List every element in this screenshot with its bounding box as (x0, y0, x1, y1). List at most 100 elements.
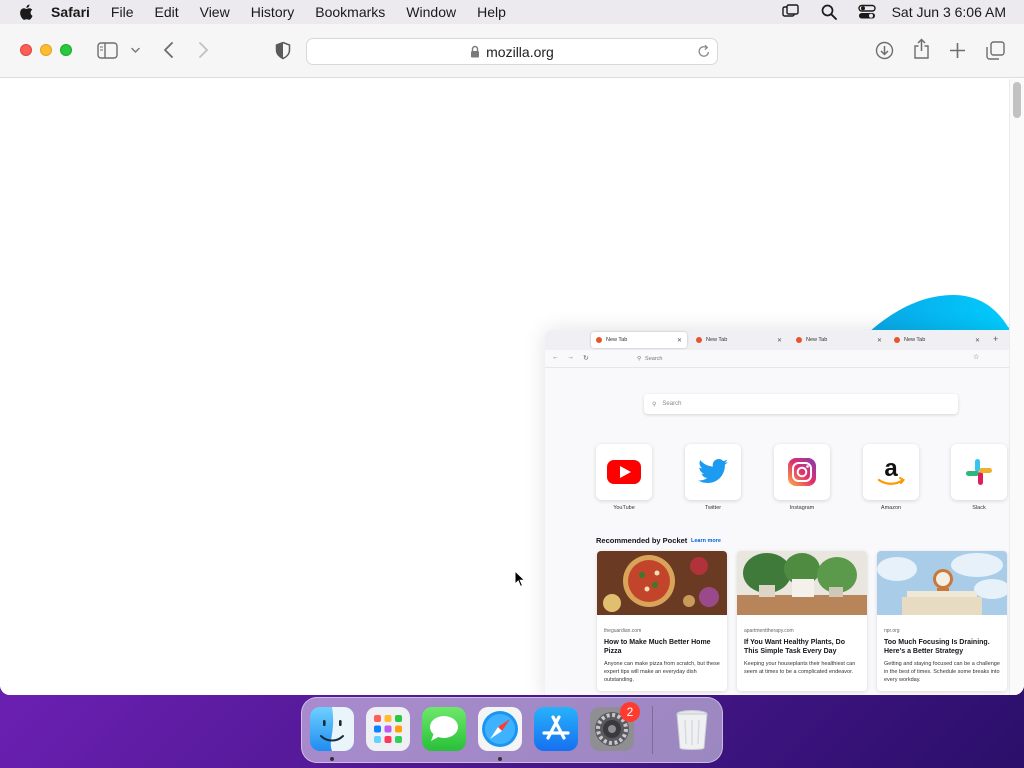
finder-icon[interactable] (309, 706, 355, 752)
scrollbar-thumb[interactable] (1013, 82, 1021, 118)
slack-icon (966, 459, 992, 485)
top-site-label: Slack (972, 505, 986, 511)
firefox-tab-label: New Tab (904, 337, 926, 343)
mozilla-decorative-wave (868, 295, 1018, 333)
messages-icon[interactable] (421, 706, 467, 752)
menu-bar-status: Sat Jun 3 6:06 AM (762, 0, 1006, 24)
app-store-icon[interactable] (533, 706, 579, 752)
privacy-shield-icon[interactable] (275, 41, 291, 60)
firefox-url-bar-placeholder: Search (645, 355, 663, 362)
safari-toolbar: mozilla.org (0, 24, 1024, 78)
top-site-label: Instagram (789, 505, 815, 511)
firefox-reload-icon: ↻ (583, 355, 589, 362)
page-content[interactable]: New Tab ✕ New Tab ✕ New Tab ✕ New Tab ✕ (0, 79, 1024, 695)
firefox-new-tab-icon: + (993, 334, 999, 344)
menu-window[interactable]: Window (406, 4, 456, 20)
top-site-instagram: Instagram (774, 444, 830, 511)
menu-history[interactable]: History (251, 4, 295, 20)
firefox-tab: New Tab ✕ (591, 332, 687, 348)
pocket-card-description: Anyone can make pizza from scratch, but … (604, 661, 720, 683)
twitter-icon (698, 459, 728, 483)
firefox-favicon-icon (696, 337, 702, 343)
pocket-card-title: If You Want Healthy Plants, Do This Simp… (744, 639, 845, 655)
safari-running-indicator (498, 757, 502, 761)
menu-view[interactable]: View (200, 4, 230, 20)
address-bar-url[interactable]: mozilla.org (486, 44, 554, 60)
window-minimize-button[interactable] (40, 44, 52, 56)
firefox-favicon-icon (596, 337, 602, 343)
firefox-tab-label: New Tab (806, 337, 828, 343)
firefox-newtab-search-placeholder: Search (662, 401, 682, 407)
pocket-card-source: theguardian.com (604, 628, 642, 634)
firefox-tab-label: New Tab (706, 337, 728, 343)
vertical-scrollbar[interactable] (1009, 79, 1024, 695)
chevron-down-icon[interactable] (131, 47, 140, 54)
control-center-icon[interactable] (857, 3, 876, 21)
menu-bookmarks[interactable]: Bookmarks (315, 4, 385, 20)
lock-icon (471, 45, 480, 58)
back-arrow-icon[interactable] (162, 41, 174, 59)
firefox-favicon-icon (796, 337, 802, 343)
close-icon: ✕ (676, 337, 682, 344)
menu-bar: Safari File Edit View History Bookmarks … (0, 0, 1024, 24)
screen-mirroring-icon[interactable] (781, 3, 800, 21)
safari-icon[interactable] (477, 706, 523, 752)
top-site-amazon: a Amazon (863, 444, 919, 511)
reload-icon[interactable] (697, 44, 711, 59)
tab-overview-icon[interactable] (986, 41, 1005, 60)
pocket-card-source: apartmenttherapy.com (744, 628, 794, 634)
menu-edit[interactable]: Edit (154, 4, 178, 20)
forward-arrow-icon[interactable] (198, 41, 210, 59)
close-icon: ✕ (876, 337, 882, 344)
pocket-card: npr.org Too Much Focusing Is Draining. H… (877, 551, 1007, 691)
top-site-twitter: Twitter (685, 444, 741, 511)
window-zoom-button[interactable] (60, 44, 72, 56)
close-icon: ✕ (776, 337, 782, 344)
spotlight-search-icon[interactable] (820, 3, 838, 21)
trash-icon[interactable] (669, 706, 715, 752)
pocket-heading: Recommended by Pocket (596, 536, 688, 545)
firefox-forward-icon: → (567, 354, 574, 361)
firefox-tab: New Tab ✕ (889, 332, 985, 348)
pocket-card-title: How to Make Much Better Home Pizza (604, 639, 711, 655)
top-site-youtube: YouTube (596, 444, 652, 511)
share-icon[interactable] (913, 38, 930, 60)
apple-menu-icon[interactable] (17, 2, 37, 22)
instagram-icon (788, 458, 816, 486)
launchpad-icon[interactable] (365, 706, 411, 752)
firefox-tab: New Tab ✕ (691, 332, 787, 348)
download-icon[interactable] (875, 41, 894, 60)
firefox-back-icon: ← (552, 354, 559, 361)
notification-badge: 2 (620, 702, 640, 722)
address-bar[interactable]: mozilla.org (306, 38, 718, 65)
top-site-label: YouTube (613, 505, 635, 511)
firefox-tab-strip: New Tab ✕ New Tab ✕ New Tab ✕ New Tab ✕ (545, 330, 1009, 350)
new-tab-icon[interactable] (949, 42, 966, 59)
firefox-preview-image: New Tab ✕ New Tab ✕ New Tab ✕ New Tab ✕ (545, 330, 1009, 695)
firefox-url-bar: ⚲ Search (633, 352, 973, 365)
pocket-learn-more-link: Learn more (691, 538, 721, 544)
dock: 2 (301, 697, 723, 763)
firefox-newtab-search: ⚲ Search (644, 394, 958, 414)
firefox-nav-bar: ← → ↻ ⚲ Search ☆ (545, 350, 1009, 368)
desk-clock-image (877, 551, 1007, 615)
top-site-slack: Slack (951, 444, 1007, 511)
pocket-card-description: Keeping your houseplants their healthies… (744, 661, 856, 675)
top-site-label: Amazon (880, 505, 902, 511)
menu-file[interactable]: File (111, 4, 134, 20)
search-icon: ⚲ (637, 355, 642, 362)
finder-running-indicator (330, 757, 334, 761)
close-icon: ✕ (974, 337, 980, 344)
menu-help[interactable]: Help (477, 4, 506, 20)
menu-bar-clock[interactable]: Sat Jun 3 6:06 AM (892, 4, 1006, 20)
pocket-card: apartmenttherapy.com If You Want Healthy… (737, 551, 867, 691)
sidebar-icon[interactable] (97, 42, 118, 59)
menu-app-name[interactable]: Safari (51, 4, 90, 20)
window-close-button[interactable] (20, 44, 32, 56)
svg-text:a: a (884, 456, 898, 482)
mouse-cursor-icon (514, 570, 526, 588)
firefox-tab-label: New Tab (606, 337, 628, 343)
pocket-card-description: Getting and staying focused can be a cha… (884, 661, 1000, 683)
pocket-card-title: Too Much Focusing Is Draining. Here's a … (884, 639, 990, 655)
youtube-icon (607, 460, 641, 484)
